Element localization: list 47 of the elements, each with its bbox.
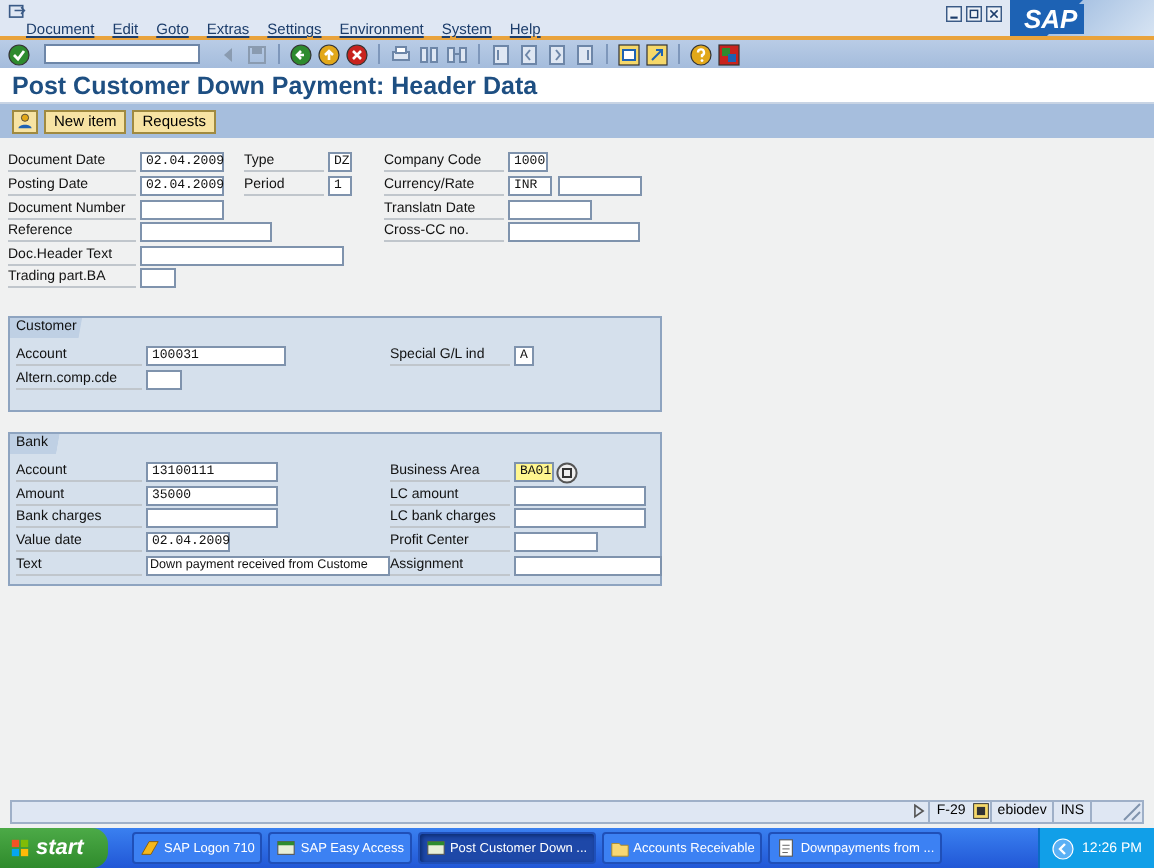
screen-title: Post Customer Down Payment: Header Data — [12, 71, 538, 99]
person-button[interactable] — [12, 109, 38, 133]
input-field[interactable] — [558, 175, 642, 196]
save-icon[interactable] — [246, 43, 268, 65]
input-field[interactable] — [146, 369, 182, 390]
next-page-icon[interactable] — [546, 43, 568, 65]
checkmark-icon[interactable] — [8, 43, 30, 65]
first-page-icon[interactable] — [490, 43, 512, 65]
person-icon — [16, 112, 34, 130]
command-field[interactable] — [44, 44, 200, 64]
last-page-icon[interactable] — [574, 43, 596, 65]
previous-page-icon[interactable] — [518, 43, 540, 65]
layout-icon[interactable] — [718, 43, 740, 65]
help-icon[interactable] — [690, 43, 712, 65]
input-field[interactable] — [508, 222, 640, 243]
window-icon — [276, 838, 297, 858]
folder-icon — [609, 838, 630, 858]
exit-icon[interactable] — [318, 43, 340, 65]
input-field[interactable] — [140, 199, 224, 220]
new-session-icon[interactable] — [618, 43, 640, 65]
input-field[interactable] — [514, 555, 662, 576]
windows-flag-icon — [10, 838, 30, 858]
input-field[interactable] — [514, 531, 598, 552]
chevron-icon[interactable] — [1052, 837, 1075, 859]
logo-text: SAP — [1018, 3, 1084, 33]
session-icon[interactable] — [971, 802, 990, 820]
close-icon[interactable] — [986, 6, 1002, 22]
back-icon[interactable] — [290, 43, 312, 65]
search-help-icon[interactable] — [556, 461, 578, 484]
resize-grip-icon[interactable] — [1120, 800, 1142, 822]
expand-arrow-icon[interactable] — [910, 802, 929, 820]
restore-icon[interactable] — [966, 6, 982, 22]
input-field[interactable] — [140, 268, 176, 289]
window-icon — [425, 838, 446, 858]
input-field[interactable] — [508, 199, 592, 220]
input-field[interactable] — [514, 485, 646, 506]
cancel-icon[interactable] — [346, 43, 368, 65]
input-field[interactable] — [146, 508, 278, 529]
input-field[interactable] — [514, 508, 646, 529]
document-icon — [776, 838, 797, 858]
print-icon[interactable] — [390, 43, 412, 65]
minimize-icon[interactable] — [946, 6, 962, 22]
start-button[interactable]: start — [0, 828, 108, 868]
input-field[interactable] — [140, 245, 344, 266]
input-field[interactable] — [140, 222, 272, 243]
window-icon — [8, 4, 26, 22]
shortcut-icon[interactable] — [646, 43, 668, 65]
